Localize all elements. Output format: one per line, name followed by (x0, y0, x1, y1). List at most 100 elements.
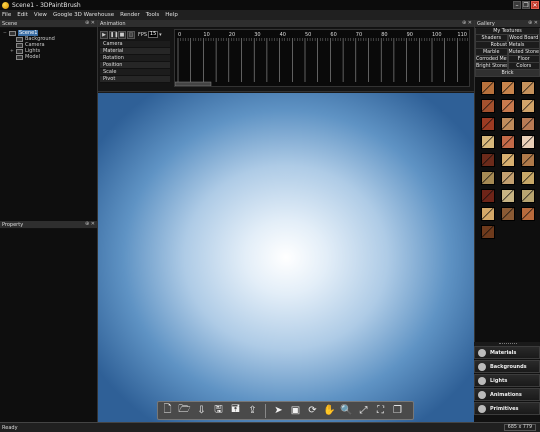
texture-thumbnail[interactable] (481, 171, 495, 185)
gallery-category-row: My Textures (475, 28, 540, 35)
gallery-category-wood-board[interactable]: Wood Board (507, 35, 540, 42)
gallery-category-brick[interactable]: Brick (475, 70, 540, 77)
close-button[interactable]: ✕ (531, 1, 539, 9)
panel-resize-grip[interactable] (499, 343, 517, 345)
tree-node-icon (16, 36, 23, 42)
canvas-size-readout: 685 x 779 (503, 424, 536, 431)
track-camera[interactable]: Camera (100, 41, 170, 48)
3d-viewport[interactable]: 🗋 🗁 ⇩ 🖫 🖬 ⇪ ➤ ▣ ⟳ ✋ 🔍 ⤢ ⛶ ❐ (98, 93, 474, 422)
tree-item-label: Model (25, 54, 41, 60)
gallery-category-shaders[interactable]: Shaders (475, 35, 508, 42)
save-icon[interactable]: 🖫 (212, 404, 225, 417)
texture-thumbnail[interactable] (501, 189, 515, 203)
save-as-icon[interactable]: 🖬 (229, 404, 242, 417)
menu-google-3d-warehouse[interactable]: Google 3D Warehouse (53, 12, 114, 18)
track-position[interactable]: Position (100, 62, 170, 69)
texture-thumbnail[interactable] (521, 189, 535, 203)
gallery-category-robust-metals[interactable]: Robust Metals (475, 42, 540, 49)
menu-help[interactable]: Help (165, 12, 178, 18)
select-region-icon[interactable]: ▣ (289, 404, 302, 417)
minimize-button[interactable]: – (513, 1, 521, 9)
texture-thumbnail[interactable] (481, 189, 495, 203)
texture-thumbnail[interactable] (481, 207, 495, 221)
timeline-scrollbar[interactable] (175, 81, 212, 86)
texture-thumbnail[interactable] (481, 135, 495, 149)
restore-button[interactable]: ❐ (522, 1, 530, 9)
gallery-category-corroded-metals[interactable]: Corroded Metals (475, 56, 508, 63)
gallery-category-marble[interactable]: Marble (475, 49, 508, 56)
texture-thumbnail[interactable] (501, 207, 515, 221)
menu-file[interactable]: File (2, 12, 11, 18)
duplicate-window-icon[interactable]: ❐ (391, 404, 404, 417)
open-document-icon[interactable]: 🗁 (178, 404, 191, 417)
timeline-ruler[interactable]: 0 10 20 30 40 50 60 70 80 90 100 110 (175, 30, 469, 86)
texture-thumbnail[interactable] (521, 171, 535, 185)
texture-thumbnail[interactable] (481, 117, 495, 131)
gallery-category-bright-stones[interactable]: Bright Stones (475, 63, 508, 70)
texture-thumbnail[interactable] (521, 153, 535, 167)
panel-pin-close-icons[interactable]: ⊕ ✕ (85, 221, 95, 227)
dock-backgrounds-button[interactable]: Backgrounds (474, 360, 540, 373)
texture-thumbnail[interactable] (481, 99, 495, 113)
animation-panel-title: Animation (100, 20, 126, 27)
texture-thumbnail[interactable] (521, 117, 535, 131)
texture-thumbnail[interactable] (501, 171, 515, 185)
import-model-icon[interactable]: ⇩ (195, 404, 208, 417)
gallery-category-my-textures[interactable]: My Textures (475, 28, 540, 35)
menu-render[interactable]: Render (120, 12, 140, 18)
menu-tools[interactable]: Tools (146, 12, 160, 18)
fps-dropdown-icon[interactable]: ▾ (159, 32, 162, 38)
menu-edit[interactable]: Edit (17, 12, 28, 18)
texture-thumbnail[interactable] (521, 81, 535, 95)
animation-toolbar: ▶ ❚❚ ■ ◫ FPS 15 ▾ (100, 30, 170, 39)
fullscreen-icon[interactable]: ⛶ (374, 404, 387, 417)
record-icon[interactable]: ◫ (127, 30, 135, 39)
menu-view[interactable]: View (34, 12, 47, 18)
texture-thumbnail[interactable] (501, 135, 515, 149)
fit-view-icon[interactable]: ⤢ (357, 404, 370, 417)
rotate-view-icon[interactable]: ⟳ (306, 404, 319, 417)
panel-pin-close-icons[interactable]: ⊕ ✕ (462, 20, 472, 26)
track-scale[interactable]: Scale (100, 69, 170, 76)
stop-icon[interactable]: ■ (118, 30, 126, 39)
ruler-tick-label: 60 (330, 32, 336, 38)
play-icon[interactable]: ▶ (100, 30, 108, 39)
status-bar: Ready 685 x 779 (0, 422, 540, 432)
tree-item[interactable]: Model (3, 54, 97, 60)
texture-thumbnail[interactable] (521, 135, 535, 149)
track-material[interactable]: Material (100, 48, 170, 55)
select-arrow-icon[interactable]: ➤ (272, 404, 285, 417)
ruler-tick-label: 80 (381, 32, 387, 38)
toolbar-separator (265, 403, 266, 418)
property-panel: Property ⊕ ✕ (0, 221, 98, 422)
dock-animations-button[interactable]: Animations (474, 388, 540, 401)
dock-lights-button[interactable]: Lights (474, 374, 540, 387)
texture-thumbnail[interactable] (481, 225, 495, 239)
status-text: Ready (2, 424, 18, 431)
texture-thumbnail[interactable] (521, 99, 535, 113)
texture-thumbnail[interactable] (481, 81, 495, 95)
timeline[interactable]: 0 10 20 30 40 50 60 70 80 90 100 110 (174, 29, 470, 87)
new-document-icon[interactable]: 🗋 (161, 404, 174, 417)
gallery-category-colors[interactable]: Colors (507, 63, 540, 70)
panel-pin-close-icons[interactable]: ⊕ ✕ (85, 20, 95, 26)
dock-materials-button[interactable]: Materials (474, 346, 540, 359)
zoom-icon[interactable]: 🔍 (340, 404, 353, 417)
texture-thumbnail[interactable] (501, 81, 515, 95)
track-pivot[interactable]: Pivot (100, 76, 170, 83)
ruler-tick-label: 10 (203, 32, 209, 38)
gallery-category-muted-stones[interactable]: Muted Stones (507, 49, 540, 56)
pan-hand-icon[interactable]: ✋ (323, 404, 336, 417)
panel-pin-close-icons[interactable]: ⊕ ✕ (528, 20, 538, 26)
dock-primitives-button[interactable]: Primitives (474, 402, 540, 415)
texture-thumbnail[interactable] (501, 99, 515, 113)
pause-icon[interactable]: ❚❚ (109, 30, 118, 39)
gallery-category-floor[interactable]: Floor (507, 56, 540, 63)
texture-thumbnail[interactable] (521, 207, 535, 221)
fps-input[interactable]: 15 (148, 31, 159, 38)
texture-thumbnail[interactable] (501, 117, 515, 131)
export-icon[interactable]: ⇪ (246, 404, 259, 417)
track-rotation[interactable]: Rotation (100, 55, 170, 62)
texture-thumbnail[interactable] (501, 153, 515, 167)
texture-thumbnail[interactable] (481, 153, 495, 167)
